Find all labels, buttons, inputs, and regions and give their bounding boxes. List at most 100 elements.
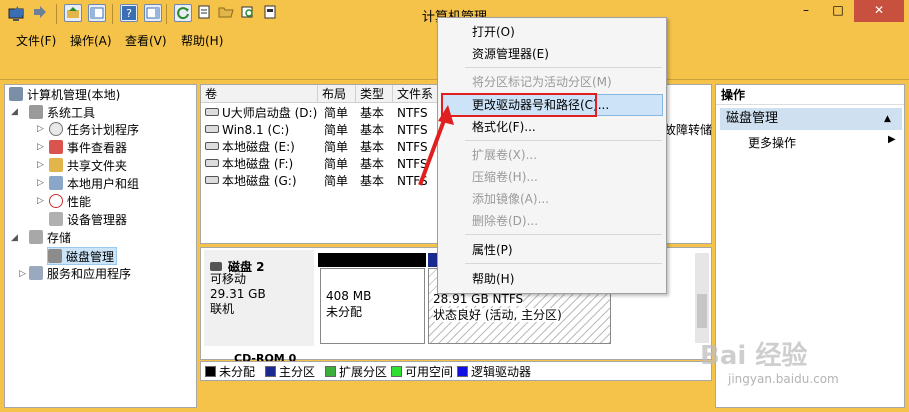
users-icon	[49, 176, 63, 190]
tree-item-event-viewer[interactable]: 事件查看器	[49, 139, 127, 157]
tree-item-system-tools[interactable]: 系统工具	[29, 104, 95, 122]
properties-button[interactable]	[196, 4, 214, 22]
tree-label: 设备管理器	[67, 213, 128, 227]
minimize-button[interactable]: –	[790, 0, 822, 22]
menu-item-delete: 删除卷(D)...	[472, 214, 539, 228]
shared-folder-icon	[49, 158, 63, 172]
tree-item-device-manager[interactable]: 设备管理器	[49, 211, 127, 229]
menu-item-explorer[interactable]: 资源管理器(E)	[472, 45, 549, 63]
legend-item: 未分配	[205, 365, 255, 379]
open-folder-button[interactable]	[218, 4, 236, 22]
tree-item-disk-management[interactable]: 磁盘管理	[47, 247, 118, 265]
tree-item-services[interactable]: 服务和应用程序	[29, 265, 131, 283]
menu-file[interactable]: 文件(F)	[16, 33, 56, 49]
toolbar-divider	[166, 4, 167, 24]
disk-settings-button[interactable]	[262, 4, 280, 22]
menu-item-help[interactable]: 帮助(H)	[472, 270, 514, 288]
actions-section-disk-management[interactable]: 磁盘管理	[720, 108, 902, 130]
cdrom-disk-label: CD-ROM 0	[234, 352, 297, 361]
expand-arrow-icon[interactable]: ▷	[37, 160, 44, 170]
forward-button[interactable]	[32, 4, 50, 22]
tree-label: 任务计划程序	[67, 123, 140, 137]
menu-item-format[interactable]: 格式化(F)...	[472, 118, 536, 136]
tree-item-task-scheduler[interactable]: 任务计划程序	[49, 121, 139, 139]
volume-layout: 简单	[324, 106, 349, 120]
drive-icon	[205, 159, 219, 167]
disk-status: 联机	[210, 302, 235, 316]
search-button[interactable]	[240, 4, 258, 22]
scrollbar-thumb[interactable]	[697, 294, 707, 328]
collapse-arrow-icon[interactable]: ◢	[11, 233, 18, 243]
legend-label: 可用空间	[405, 365, 454, 379]
watermark-logo: Bai 经验	[700, 341, 808, 371]
column-header-volume[interactable]: 卷	[201, 85, 318, 103]
volume-name: Win8.1 (C:)	[222, 123, 290, 137]
expand-arrow-icon[interactable]: ▷	[37, 196, 44, 206]
maximize-button[interactable]: □	[822, 0, 854, 22]
actions-header: 操作	[716, 85, 904, 105]
drive-icon	[205, 142, 219, 150]
column-header-layout[interactable]: 布局	[318, 85, 356, 103]
volume-list: 卷 布局 类型 文件系 U大师启动盘 (D:) 简单 基本 NTFS Win8.…	[200, 84, 440, 244]
tree-item-performance[interactable]: 性能	[49, 193, 91, 211]
volume-type: 基本	[360, 106, 385, 120]
volume-list-right-edge	[664, 84, 712, 244]
computer-icon	[9, 87, 23, 101]
menu-item-open[interactable]: 打开(O)	[472, 23, 515, 41]
volume-name: 本地磁盘 (G:)	[222, 174, 297, 188]
expand-arrow-icon[interactable]: ▷	[19, 269, 26, 279]
menu-separator	[465, 67, 662, 68]
menu-action[interactable]: 操作(A)	[70, 33, 112, 49]
event-log-icon	[49, 140, 63, 154]
clock-icon	[49, 122, 63, 136]
legend-label: 扩展分区	[339, 365, 388, 379]
column-header-type[interactable]: 类型	[356, 85, 393, 103]
tree-label: 系统工具	[47, 106, 96, 120]
unallocated-partition[interactable]: 408 MB 未分配	[320, 268, 425, 344]
more-actions-link[interactable]: 更多操作	[748, 134, 796, 151]
menu-help[interactable]: 帮助(H)	[181, 33, 223, 49]
tree-label: 事件查看器	[67, 141, 128, 155]
tree-item-local-users[interactable]: 本地用户和组	[49, 175, 139, 193]
legend-label: 逻辑驱动器	[471, 365, 532, 379]
legend-item: 主分区	[265, 365, 315, 379]
storage-icon	[29, 230, 43, 244]
tree-item-shared-folders[interactable]: 共享文件夹	[49, 157, 127, 175]
performance-icon	[49, 194, 63, 208]
drive-icon	[205, 176, 219, 184]
refresh-button[interactable]	[174, 4, 192, 22]
tree-label: 磁盘管理	[66, 250, 115, 264]
back-button[interactable]	[10, 4, 28, 22]
arrow-left-icon	[12, 6, 24, 18]
svg-text:?: ?	[126, 7, 132, 20]
legend-label: 主分区	[279, 365, 316, 379]
tree-item-storage[interactable]: 存储	[29, 229, 71, 247]
disk-info-box[interactable]: 磁盘 2 可移动 29.31 GB 联机	[204, 250, 314, 346]
collapse-arrow-icon[interactable]: ◢	[11, 107, 18, 117]
expand-arrow-icon[interactable]: ▷	[37, 124, 44, 134]
help-button[interactable]: ?	[120, 4, 138, 22]
collapse-up-icon[interactable]: ▲	[884, 108, 898, 130]
volume-name: U大师启动盘 (D:)	[222, 106, 318, 120]
tree-label: 性能	[67, 195, 92, 209]
legend-swatch	[265, 366, 276, 377]
expand-arrow-icon[interactable]: ▷	[37, 178, 44, 188]
expand-arrow-icon[interactable]: ▷	[37, 142, 44, 152]
legend-item: 扩展分区	[325, 365, 387, 379]
tree-label: 计算机管理(本地)	[27, 88, 121, 102]
toolbar-divider	[56, 4, 57, 24]
partition-state: 未分配	[326, 305, 363, 319]
volume-layout: 简单	[324, 123, 349, 137]
menu-item-properties[interactable]: 属性(P)	[472, 241, 513, 259]
menu-item-add-mirror: 添加镜像(A)...	[472, 192, 550, 206]
partition-legend: 未分配 主分区 扩展分区 可用空间 逻辑驱动器	[200, 361, 712, 381]
tree-item-root[interactable]: 计算机管理(本地)	[9, 86, 120, 104]
volume-type: 基本	[360, 140, 385, 154]
show-action-pane-button[interactable]	[144, 4, 162, 22]
show-hide-tree-button[interactable]	[88, 4, 106, 22]
menu-view[interactable]: 查看(V)	[125, 33, 167, 49]
close-button[interactable]: ✕	[854, 0, 904, 22]
legend-swatch	[391, 366, 402, 377]
up-level-button[interactable]	[64, 4, 82, 22]
partition-size: 408 MB	[326, 289, 372, 303]
